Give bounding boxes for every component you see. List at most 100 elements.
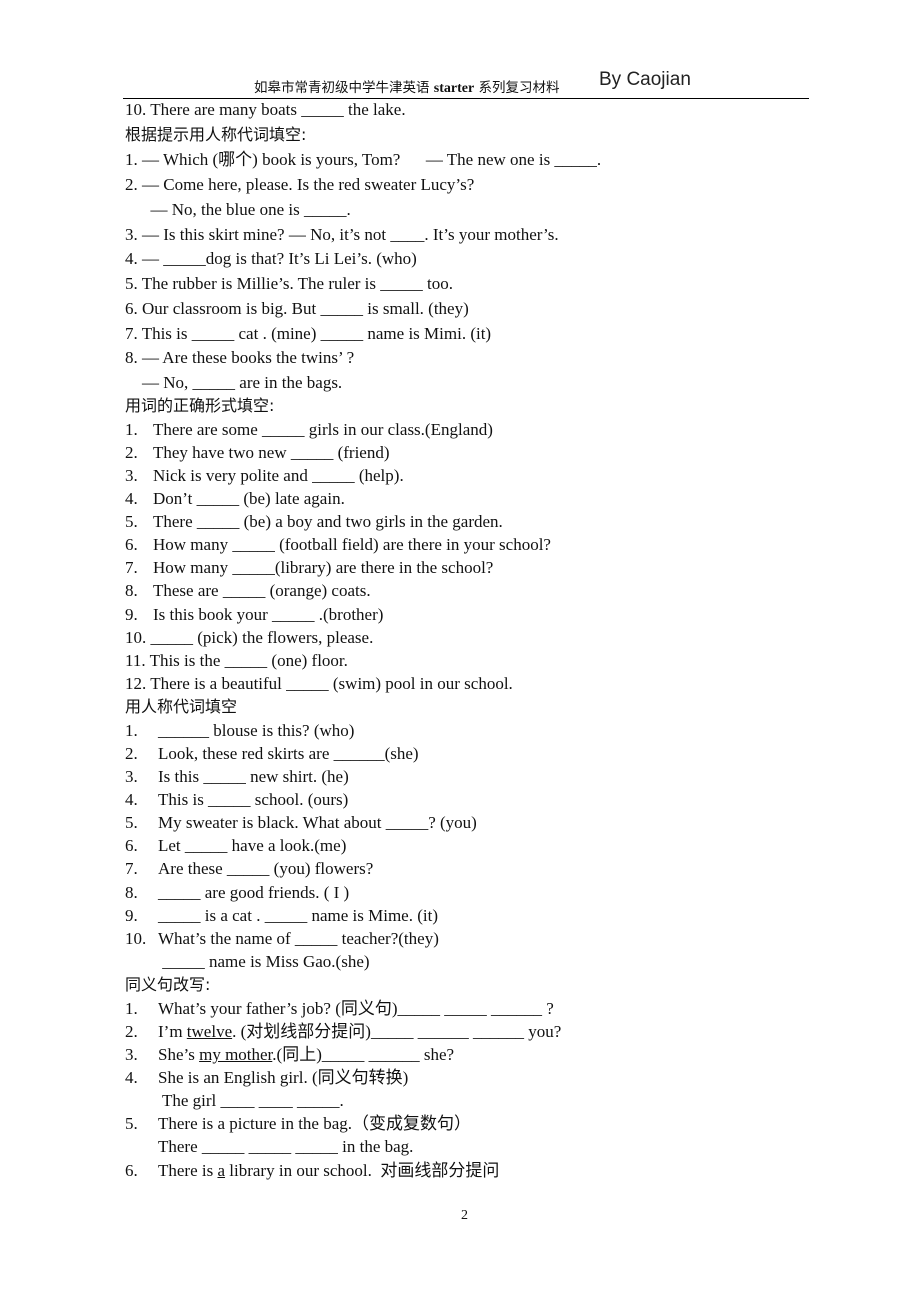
item-text: She’s: [158, 1045, 200, 1064]
exercise-item: 3. Nick is very polite and _____ (help).: [125, 466, 404, 486]
item-text: The girl ____ ____ _____.: [158, 1091, 344, 1110]
exercise-item: 5. There _____ (be) a boy and two girls i…: [125, 512, 503, 532]
item-number: 9.: [125, 605, 138, 624]
exercise-item: _____ name is Miss Gao.(she): [125, 952, 370, 972]
exercise-item: 6. Our classroom is big. But _____ is sm…: [125, 299, 469, 318]
item-text: _____ is a cat . _____ name is Mime. (it…: [158, 906, 438, 925]
item-text: Look, these red skirts are ______(she): [158, 744, 419, 763]
exercise-item: The girl ____ ____ _____.: [125, 1091, 344, 1111]
exercise-item: 8. _____ are good friends. ( I ): [125, 883, 349, 903]
exercise-item: 7. Are these _____ (you) flowers?: [125, 859, 373, 879]
underlined-word: twelve: [186, 1022, 233, 1041]
item-number: 6.: [125, 836, 138, 855]
page-number: 2: [461, 1208, 468, 1223]
item-text: _____ name is Miss Gao.(she): [158, 952, 370, 971]
item-number: 4.: [125, 1068, 138, 1087]
exercise-item: 3. She’s my mother.(同上)_____ ______ she?: [125, 1045, 454, 1065]
item-number: 8.: [125, 883, 138, 902]
exercise-item: 5. My sweater is black. What about _____?…: [125, 813, 477, 833]
page-header: 如皋市常青初级中学牛津英语 starter 系列复习材料 By Caojian: [123, 68, 809, 99]
exercise-item: — No, _____ are in the bags.: [125, 373, 343, 392]
exercise-item: 1. There are some _____ girls in our clas…: [125, 420, 493, 440]
exercise-item: 5. The rubber is Millie’s. The ruler is …: [125, 274, 453, 293]
item-text: This is _____ school. (ours): [158, 790, 349, 809]
item-text: These are _____ (orange) coats.: [153, 581, 371, 600]
item-text: I’m: [158, 1022, 187, 1041]
item-number: 10.: [125, 929, 147, 948]
item-number: 1.: [125, 420, 138, 439]
item-text-suffix: .(同上)_____ ______ she?: [272, 1045, 455, 1064]
item-number: 3.: [125, 767, 138, 786]
exercise-item: 6. Let _____ have a look.(me): [125, 836, 346, 856]
item-number: 2.: [125, 443, 138, 462]
item-number: 5.: [125, 1114, 138, 1133]
item-number: 5.: [125, 813, 138, 832]
section-heading: 同义句改写:: [125, 975, 211, 994]
item-text: _____ are good friends. ( I ): [158, 883, 350, 902]
exercise-item: 5. There is a picture in the bag.（变成复数句）: [125, 1114, 471, 1134]
header-author: By Caojian: [599, 69, 691, 90]
item-number: 10.: [125, 628, 147, 647]
item-number: 11.: [125, 651, 146, 670]
item-text: There is a picture in the bag.（变成复数句）: [158, 1114, 472, 1133]
item-number: 7.: [125, 859, 138, 878]
item-text: How many _____(library) are there in the…: [153, 558, 494, 577]
item-text: Let _____ have a look.(me): [158, 836, 347, 855]
header-title: 如皋市常青初级中学牛津英语 starter 系列复习材料: [254, 76, 560, 97]
header-title-cn-suffix: 系列复习材料: [474, 80, 560, 96]
exercise-item: 9. Is this book your _____ .(brother): [125, 605, 383, 625]
item-number: 1.: [125, 721, 138, 740]
exercise-item: 10. What’s the name of _____ teacher?(the…: [125, 929, 439, 949]
item-text: There are some _____ girls in our class.…: [153, 420, 493, 439]
item-text: My sweater is black. What about _____? (…: [158, 813, 477, 832]
exercise-item: 3. Is this _____ new shirt. (he): [125, 767, 349, 787]
item-text: What’s your father’s job? (同义句)_____ ___…: [158, 999, 554, 1018]
item-number: 2.: [125, 744, 138, 763]
item-number: 2.: [125, 1022, 138, 1041]
exercise-item: 4. This is _____ school. (ours): [125, 790, 348, 810]
item-number: 6.: [125, 1161, 138, 1180]
item-number: 4.: [125, 489, 138, 508]
item-number: 5.: [125, 512, 138, 531]
section-heading: 根据提示用人称代词填空:: [125, 125, 307, 144]
item-number: 7.: [125, 558, 138, 577]
exercise-item: 2. They have two new _____ (friend): [125, 443, 390, 463]
item-number: 3.: [125, 1045, 138, 1064]
item-text: There _____ (be) a boy and two girls in …: [153, 512, 503, 531]
item-text: What’s the name of _____ teacher?(they): [158, 929, 439, 948]
underlined-word: a: [217, 1161, 226, 1180]
item-text: There _____ _____ _____ in the bag.: [158, 1137, 414, 1156]
exercise-item: 11. This is the _____ (one) floor.: [125, 651, 348, 671]
exercise-item: 4. She is an English girl. (同义句转换): [125, 1068, 408, 1088]
exercise-item: 6. How many _____ (football field) are th…: [125, 535, 551, 555]
underlined-word: my mother: [199, 1045, 273, 1064]
item-number: 12.: [125, 674, 147, 693]
exercise-item: 12. There is a beautiful _____ (swim) po…: [125, 674, 513, 694]
exercise-item: 7. This is _____ cat . (mine) _____ name…: [125, 324, 492, 343]
exercise-item: 1. ______ blouse is this? (who): [125, 721, 354, 741]
item-number: 8.: [125, 581, 138, 600]
exercise-item: 6. There is a library in our school. 对画线部…: [125, 1161, 499, 1181]
exercise-item: 10. _____ (pick) the flowers, please.: [125, 628, 373, 648]
exercise-item: 8. These are _____ (orange) coats.: [125, 581, 371, 601]
item-text-suffix: library in our school. 对画线部分提问: [225, 1161, 500, 1180]
item-number: 9.: [125, 906, 138, 925]
item-number: 6.: [125, 535, 138, 554]
exercise-item: 9. _____ is a cat . _____ name is Mime. (…: [125, 906, 438, 926]
item-text: _____ (pick) the flowers, please.: [150, 628, 374, 647]
exercise-item: 2. — Come here, please. Is the red sweat…: [125, 175, 475, 194]
exercise-item: 4. Don’t _____ (be) late again.: [125, 489, 345, 509]
item-text: This is the _____ (one) floor.: [149, 651, 348, 670]
item-text: Is this _____ new shirt. (he): [158, 767, 349, 786]
item-text: Is this book your _____ .(brother): [153, 605, 384, 624]
exercise-item: 1. — Which (哪个) book is yours, Tom? — Th…: [125, 150, 602, 169]
carry-over-item: 10. There are many boats _____ the lake.: [125, 100, 406, 119]
item-text-suffix: . (对划线部分提问)_____ ______ ______ you?: [232, 1022, 562, 1041]
item-text: There is a beautiful _____ (swim) pool i…: [150, 674, 513, 693]
exercise-item: 2. I’m twelve. (对划线部分提问)_____ ______ ____…: [125, 1022, 561, 1042]
header-title-cn: 如皋市常青初级中学牛津英语: [254, 80, 434, 96]
exercise-item: 3. — Is this skirt mine? — No, it’s not …: [125, 225, 559, 244]
item-number: 3.: [125, 466, 138, 485]
exercise-item: There _____ _____ _____ in the bag.: [125, 1137, 413, 1157]
item-number: 4.: [125, 790, 138, 809]
